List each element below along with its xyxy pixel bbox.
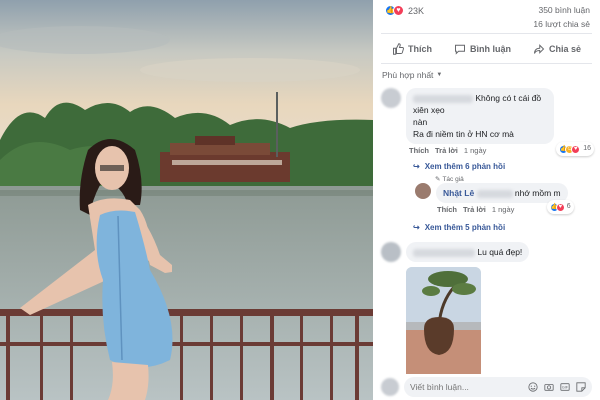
author-badge-label: Tác giả <box>442 175 464 183</box>
author-badge: ✎ Tác giả <box>409 175 600 184</box>
reply-like-link[interactable]: Thích <box>437 205 457 214</box>
sticker-icon[interactable] <box>576 382 586 392</box>
reply-item: Nhật Lê nhớ mồm m 👍 ♥ 6 <box>409 183 600 214</box>
reply-arrow-icon: ↪ <box>413 161 420 171</box>
comment-photo-attachment[interactable] <box>406 267 481 383</box>
comment-item: Không có t cái đồ xiên xẹo nàn Ra đi niề… <box>373 88 600 156</box>
comment-text-line2: nàn <box>413 117 428 127</box>
comment-button-label: Bình luận <box>469 43 511 54</box>
reply-arrow-icon: ↪ <box>413 222 420 232</box>
comment-sort-dropdown[interactable]: Phù hợp nhất ▼ <box>373 64 600 86</box>
author-avatar[interactable] <box>415 183 431 199</box>
comment-button[interactable]: Bình luận <box>454 43 511 55</box>
bonsai-photo <box>406 267 481 383</box>
comment-composer: GIF <box>373 374 600 400</box>
comment-bubble-icon <box>454 44 465 55</box>
love-reaction-icon: ♥ <box>393 5 404 16</box>
comment-bubble: Lu quá đẹp! <box>406 242 530 262</box>
view-more-replies-label: Xem thêm 5 phản hồi <box>424 222 506 232</box>
commenter-avatar[interactable] <box>381 242 401 262</box>
comment-reaction-count: 16 <box>583 145 591 152</box>
reply-bubble: Nhật Lê nhớ mồm m 👍 ♥ 6 <box>436 183 574 214</box>
blurred-name <box>413 248 475 257</box>
thumbs-up-icon <box>392 42 404 55</box>
comment-reaction-badge[interactable]: 👍 ☺ ♥ 16 <box>556 142 594 156</box>
post-stats-bar: 👍 ♥ 23K 350 bình luận 16 lượt chia sẻ <box>381 0 592 34</box>
comment-text: Lu quá đẹp! <box>477 247 523 257</box>
share-arrow-icon <box>533 43 545 54</box>
caret-down-icon: ▼ <box>436 72 443 78</box>
post-sidebar: 👍 ♥ 23K 350 bình luận 16 lượt chia sẻ Th… <box>373 0 600 400</box>
comment-like-link[interactable]: Thích <box>409 146 429 155</box>
composer-tools: GIF <box>528 382 586 392</box>
camera-icon[interactable] <box>544 382 554 392</box>
share-button-label: Chia sẻ <box>548 43 581 54</box>
view-more-replies[interactable]: ↪ Xem thêm 5 phản hồi <box>373 220 600 234</box>
blurred-name-part <box>476 189 513 198</box>
reaction-summary[interactable]: 👍 ♥ 23K <box>385 5 424 16</box>
view-more-replies[interactable]: ↪ Xem thêm 6 phản hồi <box>373 159 600 173</box>
pencil-icon: ✎ <box>435 176 441 183</box>
reply-time[interactable]: 1 ngày <box>492 205 515 214</box>
share-button[interactable]: Chia sẻ <box>533 43 581 55</box>
gif-icon[interactable]: GIF <box>560 382 570 392</box>
blurred-name <box>413 94 473 103</box>
commenter-avatar[interactable] <box>381 88 401 108</box>
reply-text: nhớ mồm m <box>514 188 561 198</box>
comment-input[interactable] <box>410 382 500 392</box>
author-name[interactable]: Nhật Lê <box>443 188 474 198</box>
post-action-bar: Thích Bình luận Chia sẻ <box>381 34 592 64</box>
photo-scene <box>0 0 373 400</box>
sort-label: Phù hợp nhất <box>382 70 434 80</box>
comment-item: Lu quá đẹp! <box>373 242 600 262</box>
svg-text:GIF: GIF <box>562 386 569 390</box>
reaction-count: 23K <box>408 5 425 16</box>
comment-input-box[interactable]: GIF <box>404 377 592 397</box>
reply-reaction-count: 6 <box>566 203 571 210</box>
post-photo[interactable] <box>0 0 373 400</box>
like-button-label: Thích <box>407 43 432 54</box>
comment-time[interactable]: 1 ngày <box>464 146 487 155</box>
author-reply: ✎ Tác giả Nhật Lê nhớ mồm m 👍 ♥ 6 Thích … <box>373 175 600 214</box>
current-user-avatar[interactable] <box>381 378 399 396</box>
comment-text-line3: Ra đi niềm tin ở HN cơ mà <box>413 129 514 139</box>
reply-reaction-badge[interactable]: 👍 ♥ 6 <box>546 200 574 214</box>
comment-reply-link[interactable]: Trả lời <box>435 146 458 155</box>
view-more-replies-label: Xem thêm 6 phản hồi <box>424 161 506 171</box>
love-reaction-icon: ♥ <box>571 144 581 154</box>
emoji-icon[interactable] <box>528 382 538 392</box>
reply-reply-link[interactable]: Trả lời <box>463 205 486 214</box>
love-reaction-icon: ♥ <box>555 202 565 212</box>
like-button[interactable]: Thích <box>392 42 432 55</box>
comment-bubble: Không có t cái đồ xiên xẹo nàn Ra đi niề… <box>406 88 594 156</box>
share-count-link[interactable]: 16 lượt chia sẻ <box>533 19 590 29</box>
comment-count-link[interactable]: 350 bình luận <box>538 5 590 15</box>
